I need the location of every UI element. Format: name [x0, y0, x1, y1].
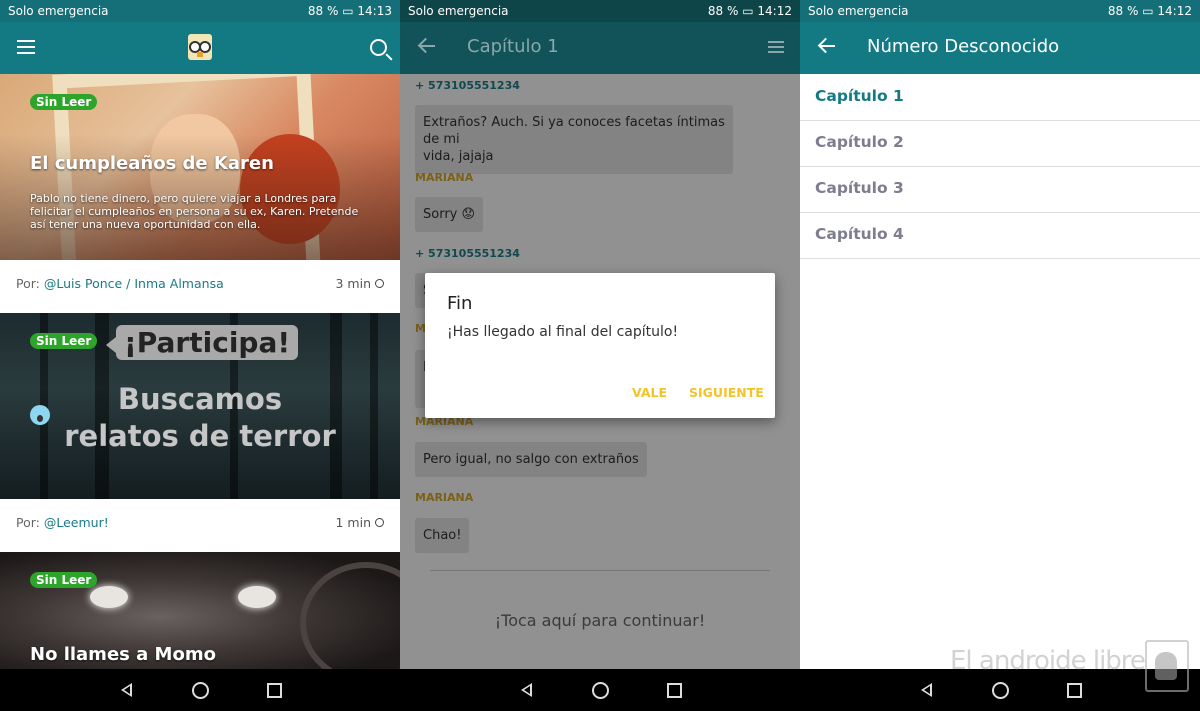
chapter-label: Capítulo 2	[815, 133, 904, 151]
watermark-text: El androide libre	[950, 646, 1146, 676]
author-link[interactable]: @Leemur!	[44, 515, 109, 530]
system-nav-bar	[400, 669, 800, 711]
story-title: Número Desconocido	[867, 36, 1060, 57]
nav-home-icon[interactable]	[589, 679, 611, 701]
read-time: 1 min	[335, 515, 384, 530]
read-time: 3 min	[335, 276, 384, 291]
app-bar: Capítulo 1	[400, 22, 800, 74]
promo-headline: Buscamos relatos de terror	[60, 381, 340, 455]
status-right: 88 % ▭ 14:12	[1108, 0, 1192, 22]
owl-logo-icon	[188, 34, 212, 60]
nav-home-icon[interactable]	[189, 679, 211, 701]
dialog-title: Fin	[447, 293, 473, 314]
nav-recents-icon[interactable]	[663, 679, 685, 701]
by-label: Por:	[16, 276, 40, 291]
next-button[interactable]: SIGUIENTE	[689, 385, 764, 400]
screen-chapters: Solo emergencia 88 % ▭ 14:12 Número Desc…	[800, 0, 1200, 711]
menu-icon[interactable]	[17, 40, 35, 58]
story-meta: Por: @Luis Ponce / Inma Almansa 3 min	[0, 260, 400, 313]
screen-feed: Solo emergencia 88 % ▭ 14:13 Sin Leer El…	[0, 0, 400, 711]
duration-text: 3 min	[335, 276, 372, 291]
system-nav-bar	[0, 669, 400, 711]
battery-text: 88 %	[707, 4, 739, 18]
story-meta: Por: @Leemur! 1 min	[0, 499, 400, 552]
scream-emoji-icon	[30, 405, 50, 425]
screen-chat: Solo emergencia 88 % ▭ 14:12 Capítulo 1 …	[400, 0, 800, 711]
story-title[interactable]: No llames a Momo	[30, 644, 216, 665]
battery-text: 88 %	[1107, 4, 1139, 18]
chapter-label: Capítulo 1	[815, 87, 904, 105]
chapter-item[interactable]: Capítulo 1	[800, 74, 1200, 121]
duration-text: 1 min	[335, 515, 372, 530]
battery-icon: ▭	[1142, 4, 1154, 18]
nav-back-icon[interactable]	[115, 679, 137, 701]
participate-bubble: ¡Participa!	[105, 325, 299, 360]
chapter-label: Capítulo 4	[815, 225, 904, 243]
clock-text: 14:12	[757, 4, 792, 18]
nav-recents-icon[interactable]	[1063, 679, 1085, 701]
battery-text: 88 %	[307, 4, 339, 18]
nav-back-icon[interactable]	[915, 679, 937, 701]
promo-headline-line1: Buscamos	[117, 382, 283, 416]
chapter-title: Capítulo 1	[467, 36, 559, 57]
unread-badge: Sin Leer	[30, 94, 98, 110]
status-bar: Solo emergencia 88 % ▭ 14:12	[800, 0, 1200, 22]
clock-icon	[375, 279, 384, 288]
chapter-item[interactable]: Capítulo 4	[800, 212, 1200, 259]
chapter-item[interactable]: Capítulo 3	[800, 166, 1200, 213]
end-of-chapter-dialog: Fin ¡Has llegado al final del capítulo! …	[425, 273, 775, 418]
android-robot-icon	[1145, 640, 1189, 692]
clock-text: 14:12	[1157, 4, 1192, 18]
battery-icon: ▭	[342, 4, 354, 18]
status-bar: Solo emergencia 88 % ▭ 14:13	[0, 0, 400, 22]
chapter-item[interactable]: Capítulo 2	[800, 120, 1200, 167]
nav-recents-icon[interactable]	[263, 679, 285, 701]
by-label: Por:	[16, 515, 40, 530]
carrier-text: Solo emergencia	[8, 4, 109, 18]
unread-badge: Sin Leer	[30, 572, 98, 588]
carrier-text: Solo emergencia	[808, 4, 909, 18]
author-link[interactable]: @Luis Ponce / Inma Almansa	[44, 276, 224, 291]
author-line: Por: @Leemur!	[16, 515, 109, 530]
nav-back-icon[interactable]	[515, 679, 537, 701]
chapter-list-icon[interactable]	[768, 41, 784, 56]
back-arrow-icon[interactable]	[818, 37, 836, 55]
clock-text: 14:13	[357, 4, 392, 18]
dialog-message: ¡Has llegado al final del capítulo!	[447, 324, 679, 340]
author-line: Por: @Luis Ponce / Inma Almansa	[16, 276, 224, 291]
nav-home-icon[interactable]	[989, 679, 1011, 701]
promo-headline-line2: relatos de terror	[64, 419, 336, 453]
app-bar: Número Desconocido	[800, 22, 1200, 74]
story-title[interactable]: El cumpleaños de Karen	[30, 153, 274, 174]
clock-icon	[375, 518, 384, 527]
ok-button[interactable]: VALE	[632, 385, 667, 400]
status-right: 88 % ▭ 14:13	[308, 0, 392, 22]
carrier-text: Solo emergencia	[408, 4, 509, 18]
back-arrow-icon[interactable]	[418, 37, 436, 55]
chapter-label: Capítulo 3	[815, 179, 904, 197]
unread-badge: Sin Leer	[30, 333, 98, 349]
status-bar: Solo emergencia 88 % ▭ 14:12	[400, 0, 800, 22]
battery-icon: ▭	[742, 4, 754, 18]
status-right: 88 % ▭ 14:12	[708, 0, 792, 22]
search-icon[interactable]	[370, 39, 387, 56]
story-description: Pablo no tiene dinero, pero quiere viaja…	[30, 192, 359, 231]
app-bar	[0, 22, 400, 74]
